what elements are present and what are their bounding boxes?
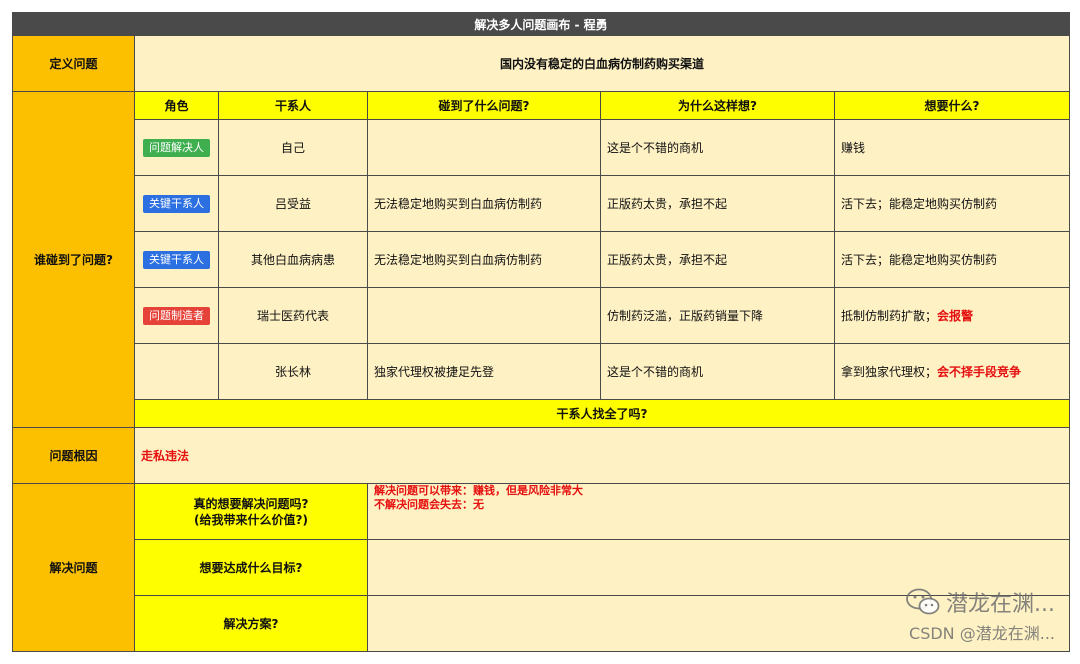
solve-question-goal: 想要达成什么目标? [134, 539, 368, 596]
want-cell: 活下去；能稳定地购买仿制药 [834, 175, 1070, 232]
role-badge-solver: 问题解决人 [143, 138, 210, 157]
root-cause-row: 问题根因 走私违法 [12, 427, 1070, 484]
role-cell: 关键干系人 [134, 231, 219, 288]
want-text: 活下去；能稳定地购买仿制药 [841, 197, 998, 211]
role-cell: 关键干系人 [134, 175, 219, 232]
want-text: 赚钱 [841, 141, 866, 155]
header-role: 角色 [134, 91, 219, 120]
table-row: 张长林 独家代理权被捷足先登 这是个不错的商机 拿到独家代理权；会不择手段竞争 [13, 343, 1070, 400]
want-red-text: 会报警 [937, 309, 974, 323]
solve-question-value-line1: 真的想要解决问题吗? [193, 496, 309, 511]
solve-answer-value-line2: 不解决问题会失去：无 [374, 498, 484, 511]
header-stakeholder: 干系人 [218, 91, 368, 120]
define-label: 定义问题 [12, 35, 135, 92]
solve-label: 解决问题 [12, 483, 135, 652]
stakeholder-cell: 瑞士医药代表 [218, 287, 368, 344]
watermark: 潜龙在渊... CSDN @潜龙在渊... [906, 586, 1055, 644]
why-cell: 这是个不错的商机 [600, 119, 835, 176]
table-row: 关键干系人 其他白血病病患 无法稳定地购买到白血病仿制药 正版药太贵，承担不起 … [13, 231, 1070, 288]
stakeholder-cell: 其他白血病病患 [218, 231, 368, 288]
role-cell-empty [134, 343, 219, 400]
table-row: 问题解决人 自己 这是个不错的商机 赚钱 [13, 119, 1070, 176]
watermark-text: 潜龙在渊... [946, 592, 1055, 617]
table-row: 关键干系人 吕受益 无法稳定地购买到白血病仿制药 正版药太贵，承担不起 活下去；… [13, 175, 1070, 232]
problem-cell [367, 287, 601, 344]
title-row: 解决多人问题画布 - 程勇 [12, 12, 1070, 36]
want-cell: 拿到独家代理权；会不择手段竞争 [834, 343, 1070, 400]
role-badge-problem-maker: 问题制造者 [143, 306, 210, 325]
watermark-line2: CSDN @潜龙在渊... [909, 624, 1055, 643]
want-text: 抵制仿制药扩散； [841, 309, 938, 323]
problem-cell: 无法稳定地购买到白血病仿制药 [367, 175, 601, 232]
stakeholder-cell: 张长林 [218, 343, 368, 400]
stakeholder-cell: 吕受益 [218, 175, 368, 232]
want-cell: 抵制仿制药扩散；会报警 [834, 287, 1070, 344]
want-cell: 活下去；能稳定地购买仿制药 [834, 231, 1070, 288]
stakeholder-cell: 自己 [218, 119, 368, 176]
want-red-text: 会不择手段竞争 [937, 365, 1022, 379]
problem-canvas: 解决多人问题画布 - 程勇 定义问题 国内没有稳定的白血病仿制药购买渠道 谁碰到… [12, 12, 1070, 652]
role-badge-key-stakeholder: 关键干系人 [143, 194, 210, 213]
want-text: 拿到独家代理权； [841, 365, 938, 379]
canvas-title: 解决多人问题画布 - 程勇 [12, 12, 1070, 36]
solve-question-value: 真的想要解决问题吗? (给我带来什么价值?) [134, 483, 368, 540]
root-cause-content: 走私违法 [134, 427, 1070, 484]
problem-cell [367, 119, 601, 176]
table-row: 问题制造者 瑞士医药代表 仿制药泛滥，正版药销量下降 抵制仿制药扩散；会报警 [13, 287, 1070, 344]
solve-row-value: 解决问题 真的想要解决问题吗? (给我带来什么价值?) 解决问题可以带来：赚钱，… [12, 483, 1070, 652]
who-label: 谁碰到了问题? [12, 91, 135, 428]
stakeholder-header-row: 谁碰到了问题? 角色 干系人 碰到了什么问题? 为什么这样想? 想要什么? [12, 91, 1070, 428]
define-content: 国内没有稳定的白血病仿制药购买渠道 [134, 35, 1070, 92]
role-cell: 问题解决人 [134, 119, 219, 176]
solve-answer-value: 解决问题可以带来：赚钱，但是风险非常大 不解决问题会失去：无 [367, 483, 1070, 540]
header-why: 为什么这样想? [600, 91, 835, 120]
solve-question-plan: 解决方案? [134, 595, 368, 652]
why-cell: 正版药太贵，承担不起 [600, 231, 835, 288]
root-cause-label: 问题根因 [12, 427, 135, 484]
why-cell: 正版药太贵，承担不起 [600, 175, 835, 232]
watermark-line1: 潜龙在渊... [906, 586, 1055, 618]
want-cell: 赚钱 [834, 119, 1070, 176]
role-badge-key-stakeholder: 关键干系人 [143, 250, 210, 269]
complete-check: 干系人找全了吗? [134, 399, 1070, 428]
define-row: 定义问题 国内没有稳定的白血病仿制药购买渠道 [12, 35, 1070, 92]
solve-answer-value-line1: 解决问题可以带来：赚钱，但是风险非常大 [374, 484, 583, 498]
problem-canvas-table: 解决多人问题画布 - 程勇 定义问题 国内没有稳定的白血病仿制药购买渠道 谁碰到… [12, 12, 1070, 652]
header-problem: 碰到了什么问题? [367, 91, 601, 120]
header-want: 想要什么? [834, 91, 1070, 120]
why-cell: 仿制药泛滥，正版药销量下降 [600, 287, 835, 344]
why-cell: 这是个不错的商机 [600, 343, 835, 400]
role-cell: 问题制造者 [134, 287, 219, 344]
complete-check-row: 干系人找全了吗? [13, 399, 1070, 428]
solve-question-value-line2: (给我带来什么价值?) [194, 512, 308, 527]
want-text: 活下去；能稳定地购买仿制药 [841, 253, 998, 267]
problem-cell: 独家代理权被捷足先登 [367, 343, 601, 400]
problem-cell: 无法稳定地购买到白血病仿制药 [367, 231, 601, 288]
wechat-icon [906, 588, 940, 615]
